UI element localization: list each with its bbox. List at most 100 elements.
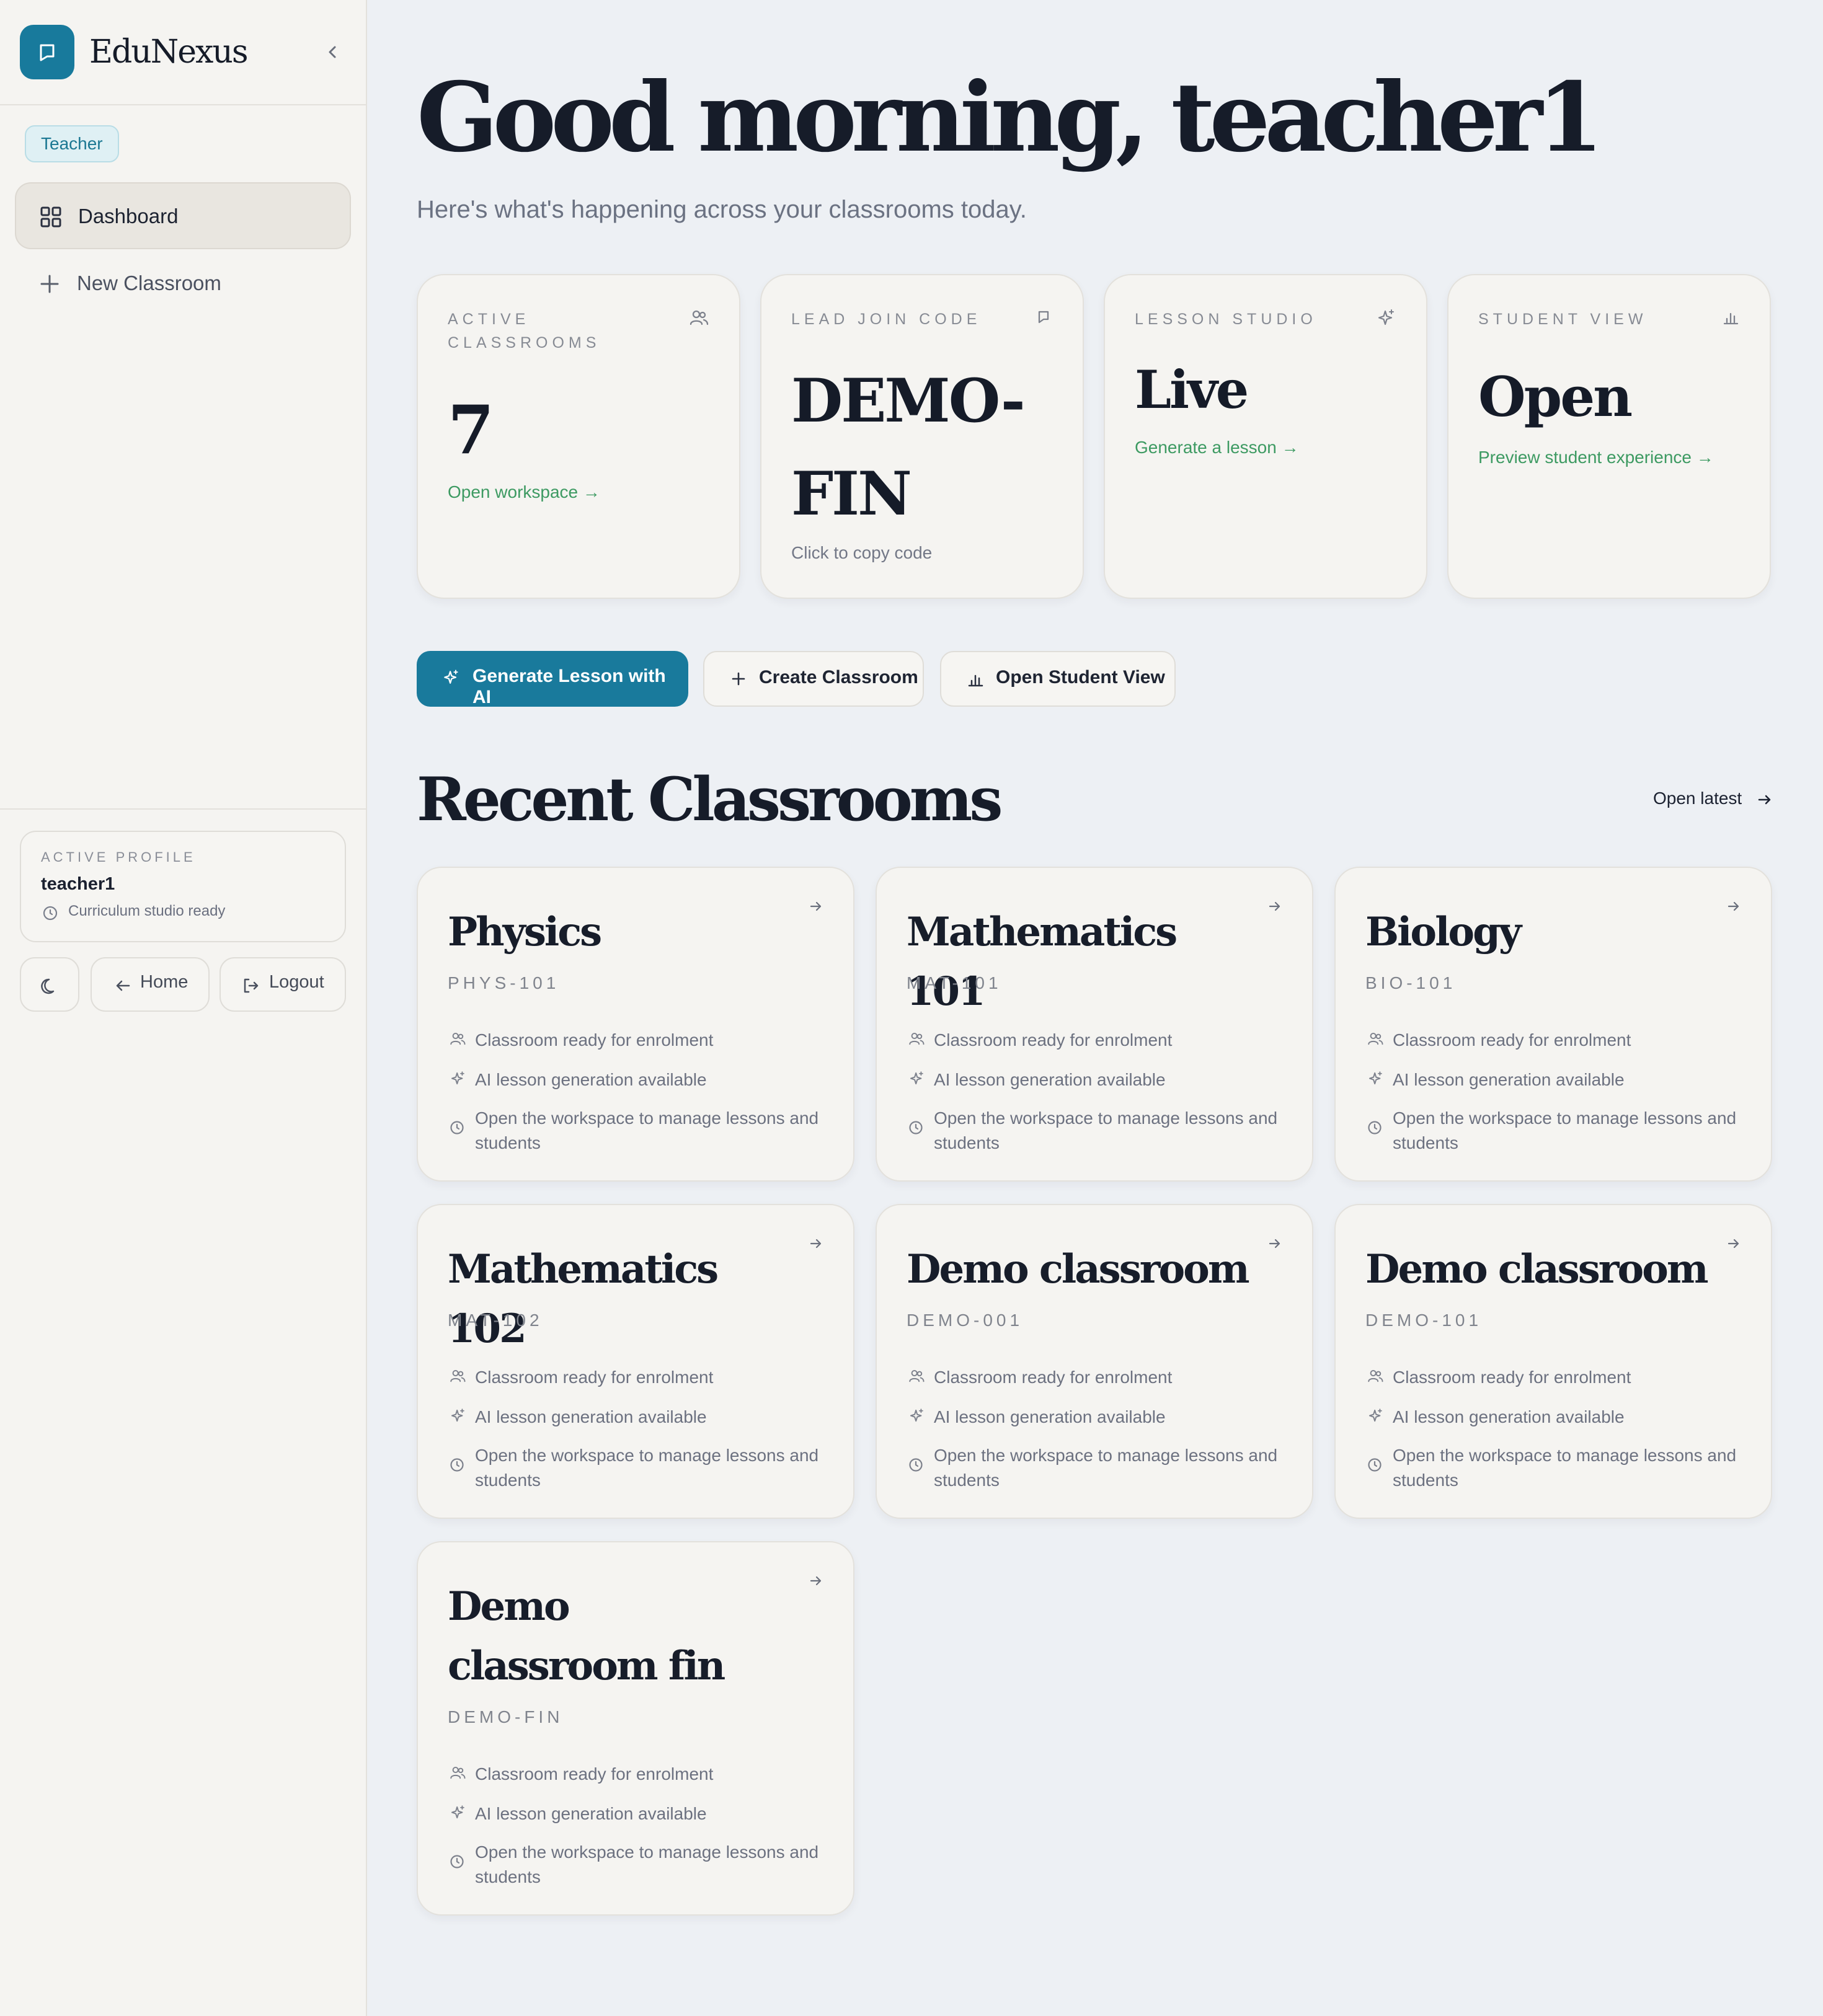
generate-lesson-button[interactable]: Generate Lesson with AI xyxy=(417,651,688,707)
classroom-title: Mathematics 101 xyxy=(907,909,1178,1015)
open-classroom-arrow[interactable] xyxy=(807,898,825,918)
profile-label: ACTIVE PROFILE xyxy=(41,849,196,865)
row-icon xyxy=(1367,1457,1383,1476)
classroom-card[interactable]: Demo classroom DEMO-001 Classroom ready fo… xyxy=(876,1204,1313,1519)
generate-lesson-link[interactable]: Generate a lesson → xyxy=(1135,435,1299,460)
users-icon xyxy=(450,1766,466,1779)
row-text: AI lesson generation available xyxy=(934,1407,1166,1426)
classroom-card[interactable]: Physics PHYS-101 Classroom ready for enrol… xyxy=(417,867,854,1182)
divider xyxy=(0,104,367,105)
classroom-title: Physics xyxy=(448,909,602,955)
home-button[interactable]: Home xyxy=(91,957,210,1012)
stat-card-lesson-studio[interactable]: LESSON STUDIO Live Generate a lesson → xyxy=(1104,274,1427,599)
classroom-card[interactable]: Mathematics 101 MAT-101 Classroom ready fo… xyxy=(876,867,1313,1182)
open-classroom-arrow[interactable] xyxy=(807,1572,825,1593)
sparkle-icon xyxy=(444,670,458,684)
arrow-right-icon[interactable] xyxy=(1725,898,1742,915)
row-icon xyxy=(1367,1120,1383,1139)
logo xyxy=(20,25,74,79)
arrow-right-icon[interactable] xyxy=(1266,898,1284,915)
profile-name: teacher1 xyxy=(41,874,115,894)
open-student-view-button[interactable]: Open Student View xyxy=(940,651,1176,707)
classroom-card[interactable]: Demo classroom fin DEMO-FIN Classroom read… xyxy=(417,1541,854,1916)
plus-icon xyxy=(40,275,59,293)
open-latest-link[interactable]: Open latest xyxy=(1653,789,1742,808)
sparkle-icon xyxy=(451,1805,464,1819)
theme-toggle-button[interactable] xyxy=(20,957,79,1012)
stat-card-active-classrooms[interactable]: ACTIVE CLASSROOMS 7 Open workspace → xyxy=(417,274,740,599)
page-subtitle: Here's what's happening across your clas… xyxy=(417,196,1027,223)
arrow-right-icon[interactable] xyxy=(807,1572,825,1589)
classroom-title: Demo classroom fin xyxy=(448,1583,725,1689)
sidebar: EduNexus Teacher Dashboard New Classroom… xyxy=(0,0,367,2016)
classroom-code: DEMO-101 xyxy=(1365,1311,1483,1330)
create-classroom-button[interactable]: Create Classroom xyxy=(703,651,924,707)
brand[interactable]: EduNexus xyxy=(20,25,347,79)
row-icon xyxy=(449,1764,466,1785)
classroom-code: BIO-101 xyxy=(1365,973,1457,993)
classroom-card[interactable]: Biology BIO-101 Classroom ready for enrolm… xyxy=(1334,867,1772,1182)
row-icon xyxy=(908,1368,925,1388)
arrow-right-icon[interactable] xyxy=(807,1235,825,1252)
nav-item-new-classroom[interactable]: New Classroom xyxy=(15,250,351,317)
stat-label: ACTIVE CLASSROOMS xyxy=(448,311,601,351)
button-label: Create Classroom xyxy=(759,667,918,687)
classroom-card[interactable]: Demo classroom DEMO-101 Classroom ready fo… xyxy=(1334,1204,1772,1519)
row-text: AI lesson generation available xyxy=(475,1407,707,1426)
row-text: Classroom ready for enrolment xyxy=(934,1030,1173,1050)
bar-chart-icon xyxy=(968,674,983,687)
nav-label: Dashboard xyxy=(78,205,179,228)
row-icon xyxy=(1367,1368,1384,1388)
sparkle-icon xyxy=(451,1408,464,1422)
logout-button[interactable]: Logout xyxy=(220,957,346,1012)
arrow-right-icon[interactable] xyxy=(807,898,825,915)
open-classroom-arrow[interactable] xyxy=(1266,898,1284,918)
clock-icon xyxy=(1368,1121,1382,1134)
row-text: Open the workspace to manage lessons and… xyxy=(934,1446,1278,1490)
classroom-code: DEMO-FIN xyxy=(448,1707,564,1726)
join-code[interactable]: DEMO-FIN xyxy=(791,355,1052,541)
collapse-sidebar-button[interactable] xyxy=(317,37,347,67)
arrow-right-icon[interactable] xyxy=(1266,1235,1284,1252)
sparkle-icon xyxy=(910,1071,923,1085)
sparkle-icon xyxy=(1378,309,1394,325)
open-classroom-arrow[interactable] xyxy=(1725,898,1742,918)
stat-label: LEAD JOIN CODE xyxy=(791,311,982,328)
section-title: Recent Classrooms xyxy=(417,764,1003,834)
users-icon xyxy=(1368,1369,1383,1382)
nav-item-dashboard[interactable]: Dashboard xyxy=(15,182,351,249)
row-text: Classroom ready for enrolment xyxy=(1393,1030,1631,1050)
preview-student-link[interactable]: Preview student experience → xyxy=(1478,445,1714,470)
row-icon xyxy=(449,1120,465,1139)
users-icon xyxy=(450,1369,466,1382)
main-content: Good morning, teacher1 Here's what's hap… xyxy=(367,0,1823,2016)
clock-icon xyxy=(1368,1458,1382,1472)
row-text: AI lesson generation available xyxy=(934,1070,1166,1089)
row-text: Open the workspace to manage lessons and… xyxy=(475,1108,819,1152)
sparkle-icon xyxy=(451,1071,464,1085)
clock-icon xyxy=(450,1855,464,1868)
row-icon xyxy=(449,1804,466,1824)
users-icon xyxy=(690,310,709,325)
open-classroom-arrow[interactable] xyxy=(807,1235,825,1255)
classroom-title: Demo classroom xyxy=(907,1246,1250,1293)
users-icon xyxy=(909,1369,925,1382)
stat-card-student-view[interactable]: STUDENT VIEW Open Preview student experi… xyxy=(1447,274,1771,599)
active-profile-card: ACTIVE PROFILE teacher1 Curriculum studi… xyxy=(20,831,346,942)
row-icon xyxy=(449,1368,466,1388)
arrow-left-icon xyxy=(116,980,130,991)
logout-icon xyxy=(244,978,259,993)
row-icon xyxy=(908,1070,925,1090)
app-name: EduNexus xyxy=(89,33,249,71)
role-badge: Teacher xyxy=(25,125,119,162)
arrow-right-icon[interactable] xyxy=(1725,1235,1742,1252)
open-workspace-link[interactable]: Open workspace → xyxy=(448,480,600,505)
classroom-card[interactable]: Mathematics 102 MAT-102 Classroom ready fo… xyxy=(417,1204,854,1519)
grid-icon xyxy=(40,206,61,228)
stat-card-lead-join-code[interactable]: LEAD JOIN CODE DEMO-FIN Click to copy co… xyxy=(760,274,1084,599)
row-icon xyxy=(1367,1030,1384,1051)
open-classroom-arrow[interactable] xyxy=(1266,1235,1284,1255)
arrow-right-icon[interactable] xyxy=(1756,791,1773,808)
moon-icon xyxy=(41,978,55,994)
open-classroom-arrow[interactable] xyxy=(1725,1235,1742,1255)
